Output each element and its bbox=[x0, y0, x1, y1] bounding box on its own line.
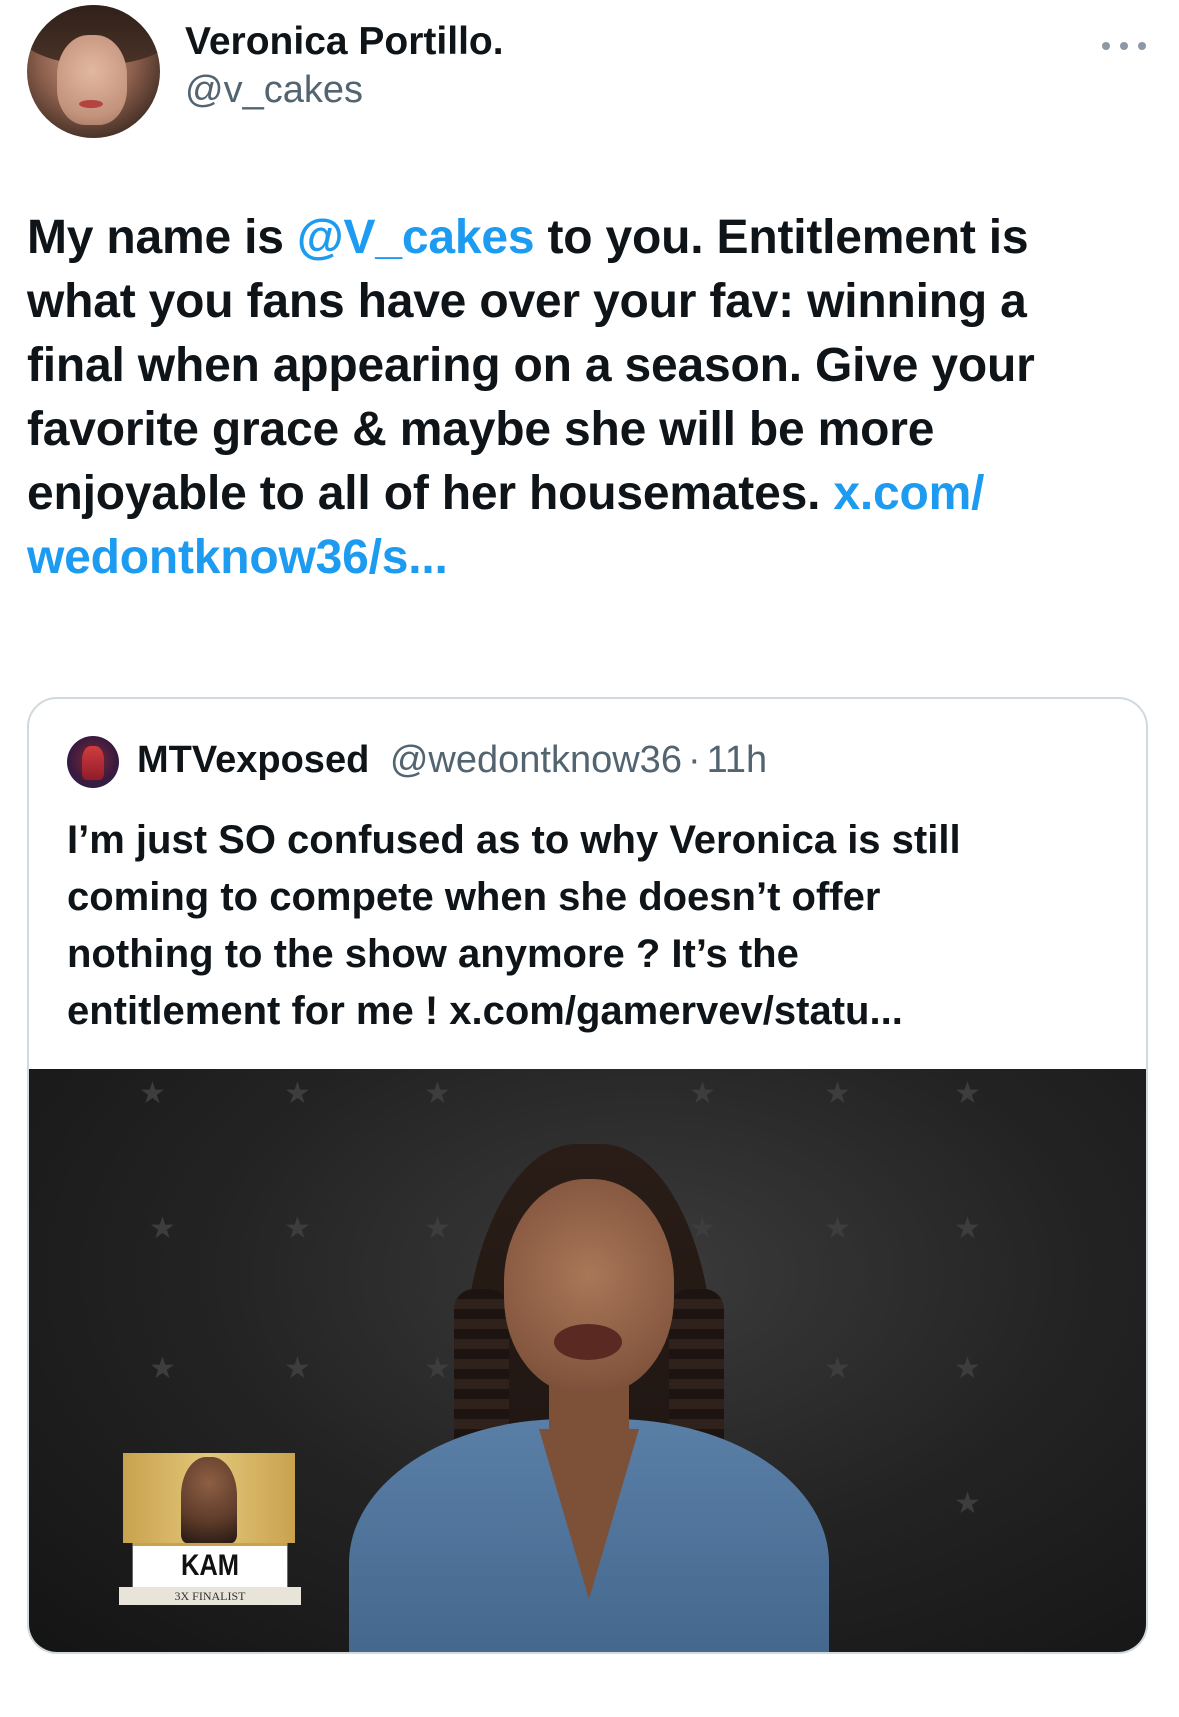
quoted-author-name[interactable]: MTVexposed bbox=[137, 739, 369, 781]
star-icon: ★ bbox=[824, 1077, 851, 1110]
url-link[interactable]: x.com/ bbox=[833, 467, 984, 520]
tweet-line: what you fans have over your fav: winnin… bbox=[27, 270, 1157, 334]
star-icon: ★ bbox=[149, 1212, 176, 1245]
tweet-text: My name is @V_cakes to you. Entitlement … bbox=[27, 206, 1157, 590]
star-icon: ★ bbox=[139, 1077, 166, 1110]
tweet-text-segment: favorite grace & maybe she will be more bbox=[27, 403, 935, 456]
star-icon: ★ bbox=[424, 1077, 451, 1110]
star-icon: ★ bbox=[284, 1352, 311, 1385]
lower-third-photo bbox=[123, 1453, 295, 1543]
author-name[interactable]: Veronica Portillo. bbox=[185, 20, 504, 64]
lower-third-subtitle: 3X FINALIST bbox=[119, 1587, 301, 1605]
tweet-line: final when appearing on a season. Give y… bbox=[27, 334, 1157, 398]
separator-dot: · bbox=[687, 739, 701, 781]
url-link[interactable]: wedontknow36/s... bbox=[27, 531, 448, 584]
quoted-tweet-header: MTVexposed @wedontknow36 · 11h bbox=[137, 739, 767, 782]
tweet-line: wedontknow36/s... bbox=[27, 526, 1157, 590]
quoted-author-avatar[interactable] bbox=[67, 736, 119, 788]
quoted-tweet-media[interactable]: ★ ★ ★ ★ ★ ★ ★ ★ ★ ★ ★ ★ ★ ★ ★ ★ ★ ★ KAM … bbox=[29, 1069, 1146, 1652]
star-icon: ★ bbox=[954, 1077, 981, 1110]
tweet-text-segment: to you. Entitlement is bbox=[534, 211, 1029, 264]
tweet-line: My name is @V_cakes to you. Entitlement … bbox=[27, 206, 1157, 270]
tweet-text-segment: what you fans have over your fav: winnin… bbox=[27, 275, 1027, 328]
star-icon: ★ bbox=[149, 1352, 176, 1385]
star-icon: ★ bbox=[689, 1077, 716, 1110]
mention-link[interactable]: @V_cakes bbox=[297, 211, 535, 264]
more-icon[interactable] bbox=[1102, 40, 1146, 52]
tweet-line: enjoyable to all of her housemates. x.co… bbox=[27, 462, 1157, 526]
author-handle[interactable]: @v_cakes bbox=[185, 69, 363, 112]
quoted-tweet-card[interactable]: MTVexposed @wedontknow36 · 11h I’m just SO… bbox=[27, 697, 1148, 1654]
tweet-text-segment: enjoyable to all of her housemates. bbox=[27, 467, 834, 520]
lower-third-caption: KAM 3X FINALIST bbox=[119, 1453, 301, 1605]
quoted-tweet-timestamp[interactable]: 11h bbox=[707, 739, 768, 781]
video-subject bbox=[329, 1139, 849, 1652]
star-icon: ★ bbox=[954, 1352, 981, 1385]
author-avatar[interactable] bbox=[27, 5, 160, 138]
tweet-text-segment: final when appearing on a season. Give y… bbox=[27, 339, 1035, 392]
lower-third-name: KAM bbox=[132, 1543, 288, 1587]
quoted-tweet-line: nothing to the show anymore ? It’s the bbox=[67, 932, 799, 976]
tweet-text-segment: My name is bbox=[27, 211, 297, 264]
star-icon: ★ bbox=[284, 1212, 311, 1245]
star-icon: ★ bbox=[954, 1212, 981, 1245]
tweet-line: favorite grace & maybe she will be more bbox=[27, 398, 1157, 462]
quoted-tweet-line: entitlement for me ! x.com/gamervev/stat… bbox=[67, 989, 903, 1033]
quoted-tweet-line: coming to compete when she doesn’t offer bbox=[67, 875, 881, 919]
star-icon: ★ bbox=[954, 1487, 981, 1520]
quoted-author-handle[interactable]: @wedontknow36 bbox=[390, 739, 682, 781]
quoted-tweet-text: I’m just SO confused as to why Veronica … bbox=[67, 812, 1127, 1040]
quoted-tweet-line: I’m just SO confused as to why Veronica … bbox=[67, 818, 961, 862]
star-icon: ★ bbox=[284, 1077, 311, 1110]
